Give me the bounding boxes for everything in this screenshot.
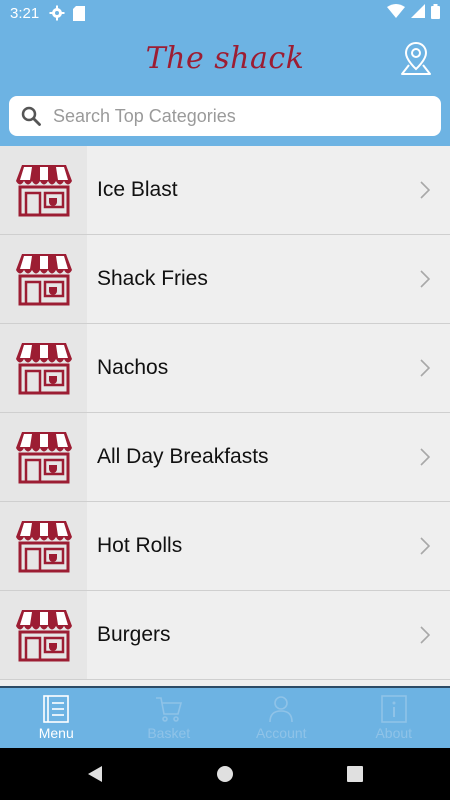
- wifi-icon: [387, 4, 405, 22]
- back-triangle-icon: [88, 766, 102, 782]
- category-item-nachos[interactable]: Nachos: [0, 324, 450, 413]
- category-item-all-day-breakfasts[interactable]: All Day Breakfasts: [0, 413, 450, 502]
- category-label: Hot Rolls: [97, 534, 183, 557]
- search-icon: [21, 106, 41, 126]
- nav-label: About: [375, 725, 413, 741]
- home-button[interactable]: [210, 759, 240, 789]
- sd-card-icon: [73, 5, 86, 21]
- shop-awning-icon: [0, 146, 87, 234]
- gear-icon: [49, 5, 65, 21]
- category-label: Nachos: [97, 356, 169, 379]
- nav-about[interactable]: About: [338, 688, 450, 748]
- shop-awning-icon: [0, 413, 87, 501]
- location-pin-icon: [401, 41, 431, 75]
- nav-menu[interactable]: Menu: [0, 688, 113, 748]
- chevron-right-icon: [414, 537, 436, 555]
- search-box[interactable]: [9, 96, 441, 136]
- nav-label: Basket: [147, 725, 191, 741]
- category-label: Ice Blast: [97, 178, 178, 201]
- category-item-burgers[interactable]: Burgers: [0, 591, 450, 680]
- signal-icon: [411, 4, 425, 22]
- home-circle-icon: [217, 766, 233, 782]
- info-icon: [380, 695, 407, 723]
- recents-button[interactable]: [340, 759, 370, 789]
- back-button[interactable]: [80, 759, 110, 789]
- chevron-right-icon: [414, 181, 436, 199]
- cart-icon: [155, 697, 182, 722]
- shop-awning-icon: [0, 502, 87, 590]
- person-icon: [269, 696, 294, 723]
- category-label: Shack Fries: [97, 267, 208, 290]
- nav-label: Account: [255, 725, 307, 741]
- status-bar: 3:21: [0, 0, 450, 26]
- category-item-shack-fries[interactable]: Shack Fries: [0, 235, 450, 324]
- nav-account[interactable]: Account: [225, 688, 338, 748]
- battery-icon: [431, 3, 440, 23]
- recents-square-icon: [347, 766, 363, 782]
- system-nav-bar: [0, 748, 450, 800]
- category-label: All Day Breakfasts: [97, 445, 269, 468]
- status-time: 3:21: [10, 4, 40, 22]
- shop-awning-icon: [0, 235, 87, 323]
- category-label: Burgers: [97, 623, 171, 646]
- shop-awning-icon: [0, 591, 87, 679]
- chevron-right-icon: [414, 448, 436, 466]
- app-title: The shack: [145, 40, 305, 76]
- search-input[interactable]: [53, 105, 413, 127]
- nav-basket[interactable]: Basket: [113, 688, 226, 748]
- category-item-hot-rolls[interactable]: Hot Rolls: [0, 502, 450, 591]
- nav-label: Menu: [38, 725, 74, 741]
- chevron-right-icon: [414, 359, 436, 377]
- chevron-right-icon: [414, 270, 436, 288]
- menu-list-icon: [43, 695, 70, 723]
- category-list: Ice Blast Shack Fries Nachos All Day Bre…: [0, 146, 450, 686]
- category-item-ice-blast[interactable]: Ice Blast: [0, 146, 450, 235]
- location-button[interactable]: [398, 38, 434, 78]
- shop-awning-icon: [0, 324, 87, 412]
- chevron-right-icon: [414, 626, 436, 644]
- app-bar: The shack: [0, 26, 450, 90]
- bottom-nav: Menu Basket Account About: [0, 686, 450, 748]
- search-bar-container: [0, 90, 450, 146]
